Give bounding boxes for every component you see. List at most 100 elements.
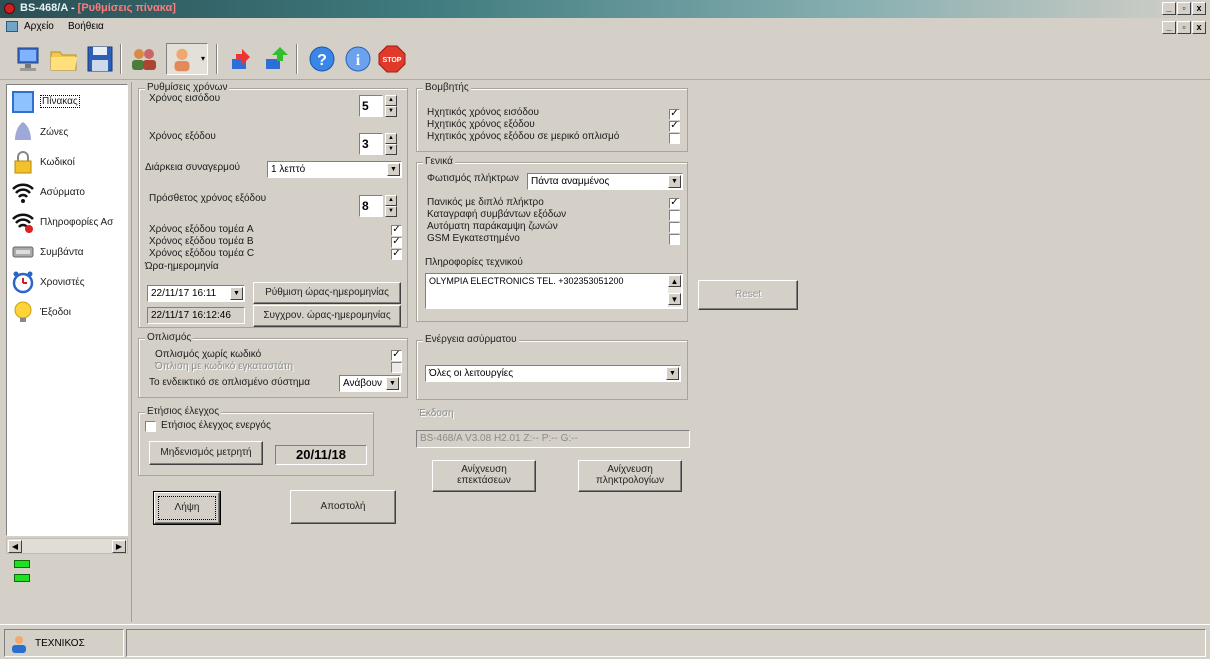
armed-indicator-select[interactable]: Ανάβουν ▼ xyxy=(339,375,401,392)
svg-text:i: i xyxy=(356,52,361,69)
maximize-icon[interactable]: ▫ xyxy=(1177,2,1191,15)
exit-time-c-checkbox[interactable]: ✓ xyxy=(391,249,402,260)
auto-bypass-checkbox[interactable] xyxy=(669,222,680,233)
exit-time-label: Χρόνος εξόδου xyxy=(149,131,216,142)
exit-time-a-checkbox[interactable]: ✓ xyxy=(391,225,402,236)
extra-exit-label: Πρόσθετος χρόνος εξόδου xyxy=(149,193,267,204)
mdi-window-icon[interactable] xyxy=(6,21,18,32)
chevron-down-icon[interactable]: ▼ xyxy=(387,163,400,176)
sidebar-horizontal-scrollbar[interactable]: ◀ ▶ xyxy=(6,538,128,554)
sidebar-item-outputs[interactable]: Έξοδοι xyxy=(7,297,127,327)
group-title: Βομβητής xyxy=(423,82,471,93)
panic-label: Πανικός με διπλό πλήκτρο xyxy=(427,197,544,208)
timing-settings-group: Ρυθμίσεις χρόνων Χρόνος εισόδου 5 ▲ ▼ Χρ… xyxy=(138,82,408,328)
help-icon[interactable]: ? xyxy=(306,43,338,75)
log-exit-checkbox[interactable] xyxy=(669,210,680,221)
users-icon[interactable] xyxy=(128,43,160,75)
exit-time-b-checkbox[interactable]: ✓ xyxy=(391,237,402,248)
datetime-label: Ώρα-ημερομηνία xyxy=(145,261,219,272)
wireless-action-select[interactable]: Όλες οι λειτουργίες ▼ xyxy=(425,365,681,382)
zones-icon xyxy=(15,122,31,140)
tech-info-textarea[interactable]: OLYMPIA ELECTRONICS TEL. +302353051200 ▲… xyxy=(425,273,683,309)
mdi-close-icon[interactable]: x xyxy=(1192,21,1206,34)
set-datetime-button[interactable]: Ρύθμιση ώρας-ημερομηνίας xyxy=(253,282,401,304)
folder-open-icon[interactable] xyxy=(48,43,80,75)
annual-check-checkbox[interactable] xyxy=(145,421,156,432)
wireless-action-group: Ενέργεια ασύρματου Όλες οι λειτουργίες ▼ xyxy=(416,334,688,400)
siren-duration-select[interactable]: 1 λεπτό ▼ xyxy=(267,161,402,178)
sidebar-item-timers[interactable]: Χρονιστές xyxy=(7,267,127,297)
detect-keypads-button[interactable]: Ανίχνευση πληκτρολογίων xyxy=(578,460,682,492)
window-controls: _ ▫ x xyxy=(1162,2,1208,16)
arm-no-code-checkbox[interactable]: ✓ xyxy=(391,350,402,361)
computer-icon[interactable] xyxy=(12,43,44,75)
svg-text:?: ? xyxy=(317,52,327,69)
status-led xyxy=(14,560,30,568)
version-label: Έκδοση xyxy=(418,408,454,419)
sidebar-item-codes[interactable]: Κωδικοί xyxy=(7,147,127,177)
stop-icon[interactable]: STOP xyxy=(376,43,408,75)
mdi-restore-icon[interactable]: ▫ xyxy=(1177,21,1191,34)
minimize-icon[interactable]: _ xyxy=(1162,2,1176,15)
spin-up-icon[interactable]: ▲ xyxy=(385,195,397,206)
annual-check-date: 20/11/18 xyxy=(275,445,367,465)
sidebar-item-events[interactable]: Συμβάντα xyxy=(7,237,127,267)
scroll-right-icon[interactable]: ▶ xyxy=(112,540,126,553)
menu-file[interactable]: Αρχείο xyxy=(24,21,54,32)
chevron-down-icon[interactable]: ▼ xyxy=(230,287,243,300)
bulb-icon xyxy=(14,301,32,322)
chevron-down-icon[interactable]: ▼ xyxy=(386,377,399,390)
scroll-left-icon[interactable]: ◀ xyxy=(8,540,22,553)
annual-check-label: Ετήσιος έλεγχος ενεργός xyxy=(161,420,271,431)
buzzer-entry-checkbox[interactable]: ✓ xyxy=(669,109,680,120)
send-button[interactable]: Αποστολή xyxy=(290,490,396,524)
receive-button[interactable]: Λήψη xyxy=(153,491,221,525)
scroll-down-icon[interactable]: ▼ xyxy=(668,293,681,305)
scroll-up-icon[interactable]: ▲ xyxy=(668,275,681,287)
buzzer-exit-checkbox[interactable]: ✓ xyxy=(669,121,680,132)
gsm-label: GSM Εγκατεστημένο xyxy=(427,233,520,244)
chevron-down-icon[interactable]: ▼ xyxy=(666,367,679,380)
app-icon xyxy=(4,3,15,14)
datetime-picker[interactable]: 22/11/17 16:11 ▼ xyxy=(147,285,245,302)
reset-counter-button[interactable]: Μηδενισμός μετρητή xyxy=(149,441,263,465)
general-group: Γενικά Φωτισμός πλήκτρων Πάντα αναμμένος… xyxy=(416,156,688,322)
arm-installer-code-checkbox xyxy=(391,362,402,373)
reset-button: Reset xyxy=(698,280,798,310)
menu-help[interactable]: Βοήθεια xyxy=(68,21,104,32)
group-title: Οπλισμός xyxy=(145,332,194,343)
arm-installer-code-label: Όπλιση με κωδικό εγκαταστάτη xyxy=(155,361,294,372)
spin-down-icon[interactable]: ▼ xyxy=(385,106,397,117)
spin-up-icon[interactable]: ▲ xyxy=(385,133,397,144)
detect-extensions-button[interactable]: Ανίχνευση επεκτάσεων xyxy=(432,460,536,492)
events-icon xyxy=(12,246,34,258)
sidebar-item-panel[interactable]: Πίνακας xyxy=(7,87,127,117)
tech-info-label: Πληροφορίες τεχνικού xyxy=(425,257,523,268)
buzzer-exit-partial-checkbox[interactable] xyxy=(669,133,680,144)
download-icon[interactable] xyxy=(226,43,258,75)
spin-down-icon[interactable]: ▼ xyxy=(385,144,397,155)
save-icon[interactable] xyxy=(84,43,116,75)
sidebar-item-wireless[interactable]: Ασύρματο xyxy=(7,177,127,207)
spin-down-icon[interactable]: ▼ xyxy=(385,206,397,217)
spin-up-icon[interactable]: ▲ xyxy=(385,95,397,106)
close-icon[interactable]: x xyxy=(1192,2,1206,15)
entry-time-label: Χρόνος εισόδου xyxy=(149,93,221,104)
panic-checkbox[interactable]: ✓ xyxy=(669,198,680,209)
wireless-icon xyxy=(12,183,34,203)
info-icon[interactable]: i xyxy=(342,43,374,75)
gsm-checkbox[interactable] xyxy=(669,234,680,245)
exit-time-b-label: Χρόνος εξόδου τομέα B xyxy=(149,236,254,247)
group-title: Ετήσιος έλεγχος xyxy=(145,406,222,417)
user-dropdown-icon[interactable]: ▾ xyxy=(166,43,208,75)
chevron-down-icon[interactable]: ▼ xyxy=(668,175,681,188)
mdi-minimize-icon[interactable]: _ xyxy=(1162,21,1176,34)
sidebar-item-wireless-info[interactable]: Πληροφορίες Ασ xyxy=(7,207,127,237)
sync-datetime-button[interactable]: Συγχρον. ώρας-ημερομηνίας xyxy=(253,305,401,327)
status-user: ΤΕΧΝΙΚΟΣ xyxy=(35,638,85,649)
status-led xyxy=(14,574,30,582)
buzzer-exit-label: Ηχητικός χρόνος εξόδου xyxy=(427,119,535,130)
upload-icon[interactable] xyxy=(260,43,292,75)
sidebar-item-zones[interactable]: Ζώνες xyxy=(7,117,127,147)
keypad-light-select[interactable]: Πάντα αναμμένος ▼ xyxy=(527,173,683,190)
